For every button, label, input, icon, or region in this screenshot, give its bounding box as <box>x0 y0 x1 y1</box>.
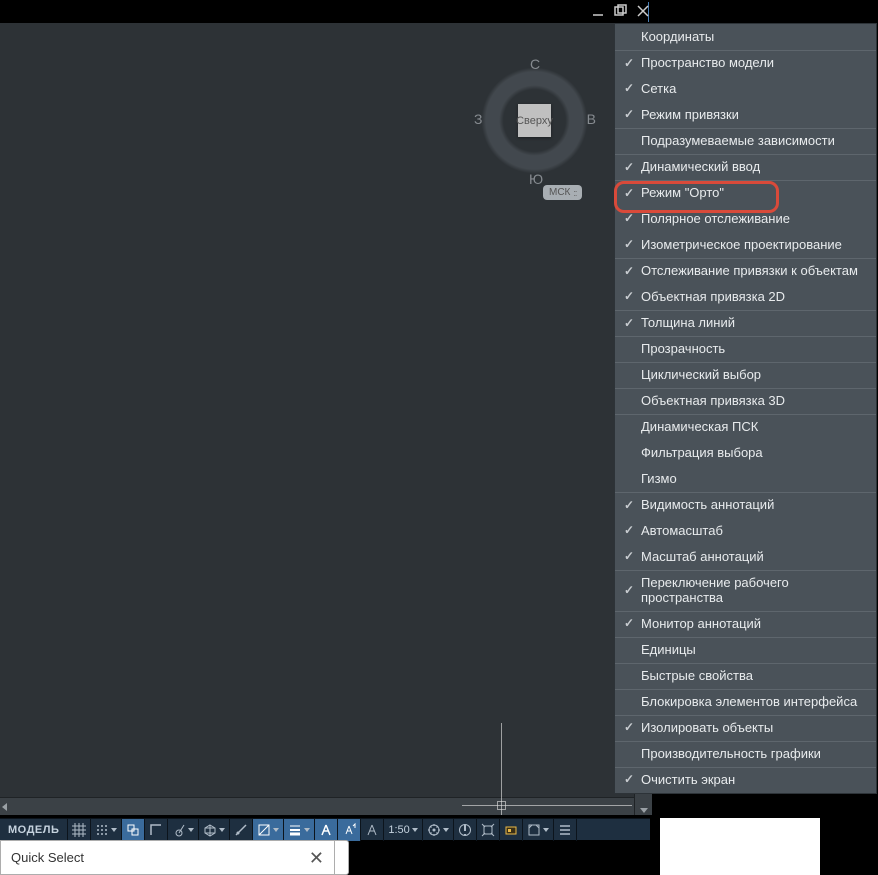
quick-select-close-button[interactable]: ✕ <box>309 849 324 867</box>
compass-north-label: С <box>530 56 540 72</box>
menu-item-22[interactable]: Монитор аннотаций <box>615 611 876 637</box>
menu-item-20[interactable]: Масштаб аннотаций <box>615 544 876 570</box>
ucs-label: МСК <box>549 187 570 198</box>
ucs-handle-icon: :: <box>573 188 576 198</box>
snap-mode-button[interactable] <box>91 819 122 841</box>
menu-item-27[interactable]: Производительность графики <box>615 741 876 767</box>
annotation-monitor-button[interactable] <box>454 819 477 841</box>
menu-item-3[interactable]: Режим привязки <box>615 102 876 128</box>
menu-item-8[interactable]: Изометрическое проектирование <box>615 232 876 258</box>
maximize-button[interactable] <box>614 4 628 18</box>
minimize-button[interactable] <box>592 4 606 18</box>
menu-item-18[interactable]: Видимость аннотаций <box>615 492 876 518</box>
menu-item-9[interactable]: Отслеживание привязки к объектам <box>615 258 876 284</box>
menu-item-12[interactable]: Прозрачность <box>615 336 876 362</box>
annotation-visibility-button[interactable] <box>315 819 338 841</box>
right-panel-black <box>820 818 878 875</box>
menu-item-24[interactable]: Быстрые свойства <box>615 663 876 689</box>
drawing-canvas[interactable]: Сверху С Ю З В МСК :: <box>0 23 652 815</box>
isolate-objects-button[interactable] <box>477 819 500 841</box>
menu-item-4[interactable]: Подразумеваемые зависимости <box>615 128 876 154</box>
annotation-scale-value[interactable]: 1:50 <box>384 819 422 841</box>
menu-item-26[interactable]: Изолировать объекты <box>615 715 876 741</box>
quick-select-title: Quick Select <box>11 850 84 865</box>
menu-item-17[interactable]: Гизмо <box>615 466 876 492</box>
statusbar-customize-menu: КоординатыПространство моделиСеткаРежим … <box>614 23 877 794</box>
menu-item-7[interactable]: Полярное отслеживание <box>615 206 876 232</box>
dropdown-arrow-icon <box>443 828 449 832</box>
polar-tracking-button[interactable] <box>168 819 199 841</box>
menu-item-28[interactable]: Очистить экран <box>615 767 876 793</box>
menu-item-6[interactable]: Режим "Орто" <box>615 180 876 206</box>
dropdown-arrow-icon <box>304 828 310 832</box>
right-panel <box>660 818 820 875</box>
compass-west-label: З <box>474 111 482 127</box>
dropdown-arrow-icon <box>219 828 225 832</box>
auto-scale-button[interactable] <box>338 819 361 841</box>
menu-item-1[interactable]: Пространство модели <box>615 50 876 76</box>
menu-item-21[interactable]: Переключение рабочего пространства <box>615 570 876 611</box>
dropdown-arrow-icon <box>412 828 418 832</box>
dropdown-arrow-icon <box>543 828 549 832</box>
workspace-switch-button[interactable] <box>423 819 454 841</box>
ucs-badge[interactable]: МСК :: <box>543 185 582 200</box>
clean-screen-button[interactable] <box>523 819 554 841</box>
model-space-button[interactable]: МОДЕЛЬ <box>0 819 68 841</box>
menu-item-23[interactable]: Единицы <box>615 637 876 663</box>
quick-select-panel[interactable]: Quick Select ✕ <box>0 840 335 875</box>
grid-display-button[interactable] <box>68 819 91 841</box>
menu-item-2[interactable]: Сетка <box>615 76 876 102</box>
view-cube-face[interactable]: Сверху <box>518 104 551 137</box>
menu-item-16[interactable]: Фильтрация выбора <box>615 440 876 466</box>
dropdown-arrow-icon <box>273 828 279 832</box>
close-button[interactable] <box>636 4 650 18</box>
menu-item-19[interactable]: Автомасштаб <box>615 518 876 544</box>
menu-item-11[interactable]: Толщина линий <box>615 310 876 336</box>
window-controls <box>592 4 650 18</box>
customize-button[interactable] <box>554 819 577 841</box>
menu-item-25[interactable]: Блокировка элементов интерфейса <box>615 689 876 715</box>
menu-item-0[interactable]: Координаты <box>615 24 876 50</box>
ortho-button[interactable] <box>145 819 168 841</box>
menu-item-15[interactable]: Динамическая ПСК <box>615 414 876 440</box>
annotation-scale-button[interactable] <box>361 819 384 841</box>
lineweight-button[interactable] <box>284 819 315 841</box>
menu-item-5[interactable]: Динамический ввод <box>615 154 876 180</box>
crosshair-horizontal <box>462 805 632 806</box>
dropdown-arrow-icon <box>188 828 194 832</box>
horizontal-scrollbar[interactable] <box>0 797 634 815</box>
compass-south-label: Ю <box>529 171 543 187</box>
scroll-down-arrow-icon <box>640 808 648 813</box>
dynamic-input-button[interactable] <box>122 819 145 841</box>
osnap-tracking-button[interactable] <box>230 819 253 841</box>
menu-item-10[interactable]: Объектная привязка 2D <box>615 284 876 310</box>
scroll-left-arrow-icon <box>2 803 7 811</box>
isodraft-button[interactable] <box>199 819 230 841</box>
compass-east-label: В <box>587 111 596 127</box>
hardware-accel-button[interactable] <box>500 819 523 841</box>
crosshair-pickbox <box>497 801 506 810</box>
dropdown-arrow-icon <box>111 828 117 832</box>
menu-item-13[interactable]: Циклический выбор <box>615 362 876 388</box>
osnap-2d-button[interactable] <box>253 819 284 841</box>
quick-select-tab[interactable] <box>335 840 349 875</box>
view-cube-compass[interactable]: Сверху С Ю З В <box>472 58 597 183</box>
menu-item-14[interactable]: Объектная привязка 3D <box>615 388 876 414</box>
status-bar: МОДЕЛЬ 1:50 <box>0 818 650 840</box>
